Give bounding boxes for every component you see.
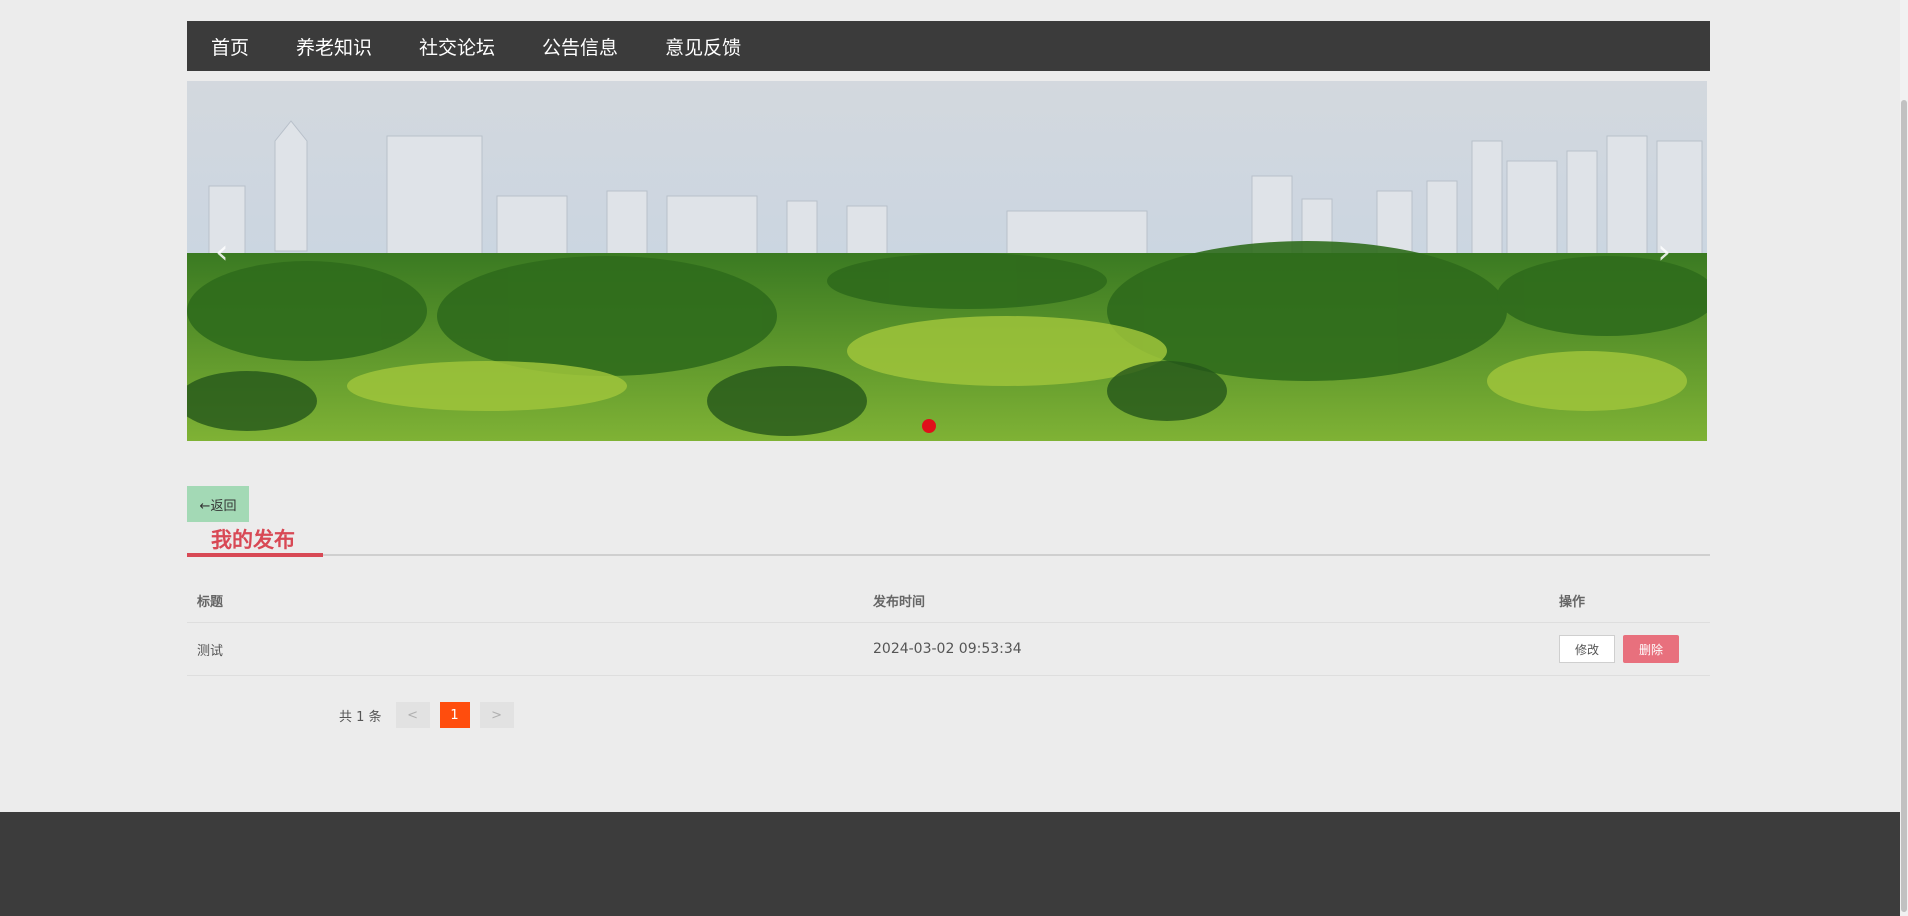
table-row: 测试 2024-03-02 09:53:34 修改 删除 (187, 623, 1710, 676)
header-publish-time: 发布时间 (873, 594, 926, 610)
nav-item-social-forum[interactable]: 社交论坛 (419, 33, 495, 60)
header-actions: 操作 (1559, 594, 1586, 610)
vertical-scrollbar[interactable] (1900, 0, 1908, 916)
delete-button[interactable]: 删除 (1623, 635, 1679, 663)
posts-table: 标题 发布时间 操作 测试 2024-03-02 09:53:34 修改 删除 (187, 578, 1710, 676)
next-page-button[interactable]: > (479, 702, 514, 728)
page-title: 我的发布 (211, 528, 295, 552)
back-button[interactable]: ←返回 (187, 486, 249, 522)
banner-indicator (922, 418, 936, 437)
banner-image (187, 81, 1707, 441)
header-title: 标题 (197, 594, 224, 610)
nav-item-elderly-knowledge[interactable]: 养老知识 (296, 33, 372, 60)
page-container: 首页 养老知识 社交论坛 公告信息 意见反馈 ‹ › ←返回 我的发布 标题 发… (187, 0, 1710, 728)
page-footer (0, 812, 1900, 916)
edit-button[interactable]: 修改 (1559, 635, 1615, 663)
nav-item-announcements[interactable]: 公告信息 (542, 33, 618, 60)
prev-page-button[interactable]: < (395, 702, 430, 728)
table-header-row: 标题 发布时间 操作 (187, 578, 1710, 623)
pagination: 共 1 条 < 1 > (187, 702, 1710, 728)
row-title[interactable]: 测试 (187, 640, 873, 659)
banner-next-arrow[interactable]: › (1657, 235, 1671, 269)
page-number-current[interactable]: 1 (439, 702, 470, 728)
banner-carousel: ‹ › (187, 81, 1707, 441)
top-nav: 首页 养老知识 社交论坛 公告信息 意见反馈 (187, 21, 1710, 71)
banner-dot-active[interactable] (922, 419, 936, 433)
row-actions: 修改 删除 (1559, 635, 1710, 663)
title-underline (187, 553, 323, 557)
pagination-total: 共 1 条 (339, 709, 382, 725)
scrollbar-thumb[interactable] (1901, 100, 1907, 912)
banner-prev-arrow[interactable]: ‹ (215, 235, 229, 269)
section-header: 我的发布 (187, 522, 1710, 557)
row-publish-time: 2024-03-02 09:53:34 (873, 641, 1022, 657)
nav-item-home[interactable]: 首页 (211, 33, 249, 60)
nav-item-feedback[interactable]: 意见反馈 (665, 33, 741, 60)
